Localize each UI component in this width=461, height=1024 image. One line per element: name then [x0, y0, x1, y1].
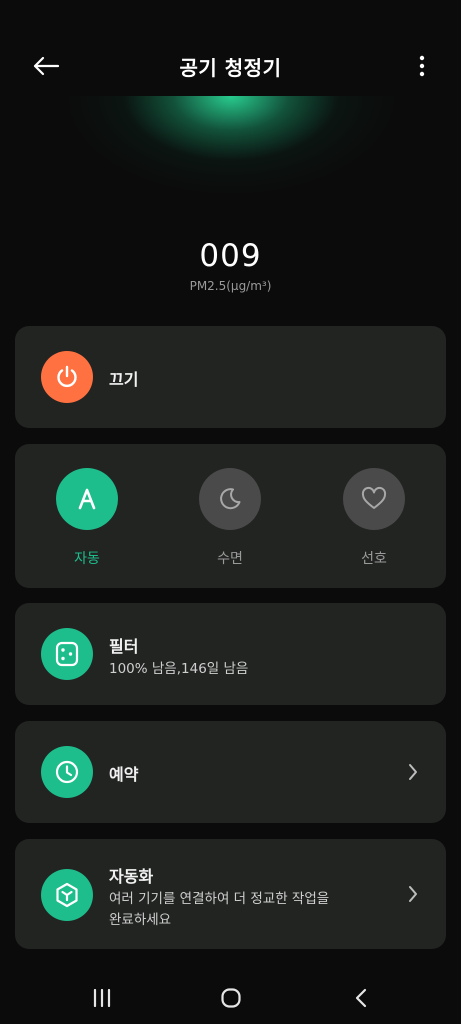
power-card[interactable]: 끄기 — [15, 326, 446, 428]
schedule-card[interactable]: 예약 — [15, 721, 446, 823]
more-vertical-icon — [419, 55, 425, 77]
recent-apps-icon — [93, 989, 111, 1007]
air-quality-glow — [65, 96, 396, 206]
mode-sleep[interactable]: 수면 — [180, 468, 280, 568]
clock-icon-badge — [41, 746, 93, 798]
recent-apps-button[interactable] — [82, 982, 122, 1014]
mode-favorite-button[interactable] — [343, 468, 405, 530]
home-icon — [221, 988, 241, 1008]
page-title: 공기 청정기 — [179, 56, 282, 80]
mode-auto-label: 자동 — [74, 551, 100, 567]
schedule-chevron-right-icon — [406, 762, 420, 782]
power-label: 끄기 — [109, 370, 139, 389]
home-button[interactable] — [211, 982, 251, 1014]
power-icon — [57, 365, 77, 388]
automation-cube-icon — [56, 882, 78, 908]
filter-label: 필터 — [109, 637, 139, 656]
mode-sleep-label: 수면 — [217, 551, 243, 567]
moon-icon — [220, 488, 241, 510]
mode-sleep-button[interactable] — [199, 468, 261, 530]
mode-auto-button[interactable] — [56, 468, 118, 530]
air-purifier-screen: 공기 청정기 009 PM2.5(μg/m³) 끄기 자동 수면 선호 필터 1… — [0, 0, 461, 1024]
nav-back-icon — [355, 988, 367, 1008]
filter-icon-badge — [41, 628, 93, 680]
filter-icon — [55, 641, 79, 667]
more-options-button[interactable] — [407, 48, 437, 84]
pm25-unit: PM2.5(μg/m³) — [189, 279, 272, 293]
automation-label: 자동화 — [109, 867, 154, 886]
system-nav-bar — [0, 972, 461, 1024]
nav-back-button[interactable] — [341, 982, 381, 1014]
mode-auto[interactable]: 자동 — [37, 468, 137, 568]
mode-favorite[interactable]: 선호 — [324, 468, 424, 568]
automation-card[interactable]: 자동화 여러 기기를 연결하여 더 정교한 작업을 완료하세요 — [15, 839, 446, 949]
heart-icon — [361, 486, 387, 509]
pm25-value: 009 — [199, 238, 262, 274]
schedule-label: 예약 — [109, 765, 139, 784]
automation-icon-badge — [41, 869, 93, 921]
filter-card[interactable]: 필터 100% 남음,146일 남음 — [15, 603, 446, 705]
mode-favorite-label: 선호 — [361, 551, 387, 567]
power-button[interactable] — [41, 351, 93, 403]
automation-chevron-right-icon — [406, 884, 420, 904]
filter-status: 100% 남음,146일 남음 — [109, 661, 249, 677]
auto-a-icon — [78, 488, 96, 510]
mode-card: 자동 수면 선호 — [15, 444, 446, 588]
app-header: 공기 청정기 — [0, 40, 461, 92]
automation-description-line2: 완료하세요 — [109, 912, 172, 928]
clock-icon — [55, 760, 79, 784]
automation-description-line1: 여러 기기를 연결하여 더 정교한 작업을 — [109, 891, 330, 907]
